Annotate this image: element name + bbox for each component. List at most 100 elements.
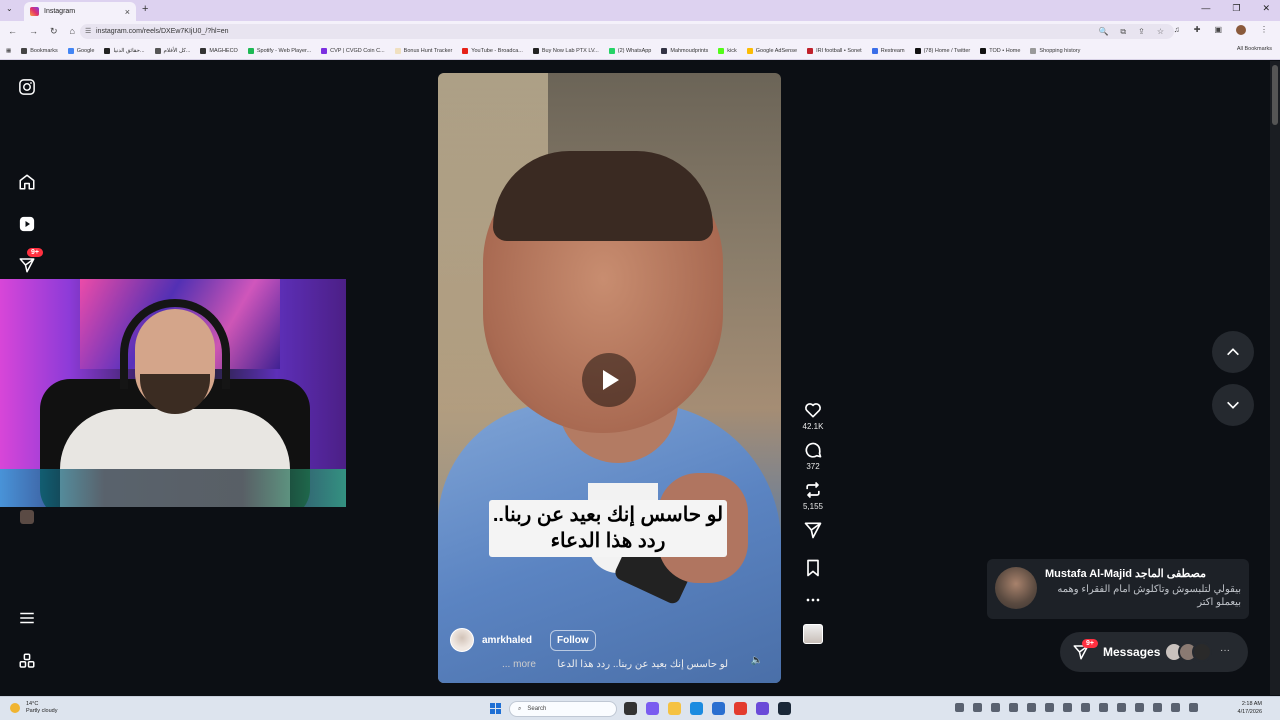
task-view-icon[interactable] [624, 702, 637, 715]
next-reel-button[interactable] [1212, 384, 1254, 426]
bookmark-item[interactable]: Google [67, 47, 94, 54]
copilot-icon[interactable] [646, 702, 659, 715]
profile-avatar-small[interactable] [20, 510, 34, 524]
wifi-icon[interactable] [1171, 703, 1180, 712]
tray-app-icon[interactable] [1009, 703, 1018, 712]
bookmark-item[interactable]: Spotify - Web Player... [247, 47, 311, 54]
weather-condition: Partly cloudy [26, 708, 58, 714]
home-nav-icon[interactable] [17, 172, 37, 192]
tray-app-icon[interactable] [1135, 703, 1144, 712]
play-button[interactable] [582, 353, 636, 407]
author-username[interactable]: amrkhaled [482, 635, 532, 646]
repost-action[interactable]: 5,155 [803, 480, 823, 511]
new-tab-button[interactable]: + [142, 3, 148, 15]
volume-icon[interactable]: 🔈 [751, 655, 763, 666]
maximize-icon[interactable]: ❐ [1232, 3, 1240, 14]
bookmark-item[interactable]: CVP | CVGD Coin C... [321, 47, 385, 54]
bookmark-item[interactable]: Google AdSense [746, 47, 797, 54]
tray-app-icon[interactable] [1117, 703, 1126, 712]
extensions-icon[interactable]: ✚ [1194, 25, 1201, 35]
bookmark-item[interactable]: Mahmoudprints [661, 47, 708, 54]
tray-app-icon[interactable] [1045, 703, 1054, 712]
browser-menu-icon[interactable]: ⋮ [1260, 25, 1268, 35]
steam-icon[interactable] [778, 702, 791, 715]
more-apps-icon[interactable] [17, 651, 37, 671]
share-icon[interactable]: ⇪ [1138, 27, 1145, 37]
apps-icon[interactable]: ▦ [6, 48, 11, 54]
side-panel-icon[interactable]: ▣ [1214, 25, 1222, 35]
message-notification[interactable]: Mustafa Al-Majid مصطفى الماجد بيقولي لتل… [987, 559, 1249, 619]
reel-video[interactable]: لو حاسس إنك بعيد عن ربنا.. ردد هذا الدعا… [438, 73, 781, 683]
more-options-icon[interactable] [803, 596, 823, 604]
bookmark-item[interactable]: حقائق الدنيا... [104, 47, 145, 54]
tray-app-icon[interactable] [1099, 703, 1108, 712]
tray-app-icon[interactable] [973, 703, 982, 712]
reels-nav-icon[interactable] [17, 214, 37, 234]
scrollbar-thumb[interactable] [1272, 65, 1278, 125]
site-info-icon[interactable]: ☰ [85, 27, 91, 35]
share-icon [804, 522, 822, 539]
all-bookmarks-button[interactable]: All Bookmarks [1237, 46, 1272, 52]
discord-icon[interactable] [756, 702, 769, 715]
tray-app-icon[interactable] [1153, 703, 1162, 712]
tab-search-icon[interactable]: ⌄ [6, 4, 13, 13]
browser-tab[interactable]: Instagram × [24, 2, 136, 21]
bookmark-item[interactable]: Shopping history [1030, 47, 1080, 54]
save-action[interactable] [803, 558, 823, 578]
profile-avatar[interactable] [1236, 25, 1246, 35]
home-icon[interactable]: ⌂ [70, 26, 75, 37]
url-field[interactable]: ☰ instagram.com/reels/DXEw7KIjU0_/?hl=en… [80, 24, 1174, 39]
bookmark-item[interactable]: كل الأفلام... [154, 47, 190, 54]
bookmark-item[interactable]: (78) Home / Twitter [914, 47, 970, 54]
audio-thumbnail[interactable] [803, 624, 823, 644]
install-app-icon[interactable]: ⧉ [1120, 27, 1126, 37]
previous-reel-button[interactable] [1212, 331, 1254, 373]
page-scrollbar[interactable] [1270, 61, 1280, 695]
windows-start-icon[interactable] [490, 703, 501, 714]
file-explorer-icon[interactable] [668, 702, 681, 715]
zoom-icon[interactable]: 🔍 [1098, 27, 1108, 37]
tray-app-icon[interactable] [1027, 703, 1036, 712]
instagram-logo-icon[interactable] [17, 77, 37, 97]
comment-action[interactable]: 372 [803, 440, 823, 471]
bookmark-item[interactable]: Buy Now Lab PTX LV... [532, 47, 599, 54]
close-tab-icon[interactable]: × [125, 7, 130, 17]
more-link[interactable]: ... more [502, 659, 536, 670]
tray-app-icon[interactable] [991, 703, 1000, 712]
tray-app-icon[interactable] [955, 703, 964, 712]
bookmark-item[interactable]: IRI football • Sonet [807, 47, 862, 54]
back-icon[interactable]: ← [8, 26, 17, 37]
tray-app-icon[interactable] [1063, 703, 1072, 712]
forward-icon[interactable]: → [29, 26, 38, 37]
reel-description: لو حاسس إنك بعيد عن ربنا.. ردد هذا الدعا… [558, 659, 728, 670]
bookmark-item[interactable]: TOD • Home [980, 47, 1020, 54]
taskbar-search[interactable]: ⌕ Search [509, 701, 617, 717]
messages-button[interactable]: 9+ Messages ··· [1060, 632, 1248, 672]
edge-icon[interactable] [690, 702, 703, 715]
author-avatar[interactable] [450, 628, 474, 652]
tray-app-icon[interactable] [1081, 703, 1090, 712]
more-contacts-icon[interactable]: ··· [1220, 645, 1230, 656]
menu-icon[interactable] [17, 608, 37, 628]
store-icon[interactable] [712, 702, 725, 715]
media-icon[interactable]: ♫ [1174, 25, 1180, 35]
share-action[interactable] [803, 520, 823, 540]
bookmark-item[interactable]: MAGHECO [200, 47, 238, 54]
bookmark-item[interactable]: Bookmarks [21, 47, 58, 54]
reload-icon[interactable]: ↻ [50, 26, 58, 37]
bookmark-star-icon[interactable]: ☆ [1157, 27, 1164, 37]
bookmark-item[interactable]: kick [718, 47, 737, 54]
bookmark-item[interactable]: YouTube - Broadca... [462, 47, 523, 54]
chrome-icon[interactable] [734, 702, 747, 715]
bookmark-item[interactable]: Restream [871, 47, 905, 54]
bookmark-item[interactable]: (2) WhatsApp [608, 47, 651, 54]
follow-button[interactable]: Follow [550, 629, 596, 651]
bookmark-item[interactable]: Bonus Hunt Tracker [394, 47, 452, 54]
like-action[interactable]: 42.1K [803, 400, 823, 431]
messages-nav-icon[interactable]: 9+ [17, 248, 43, 275]
system-clock[interactable]: 2:18 AM 4/17/2026 [1232, 700, 1262, 716]
volume-icon[interactable] [1189, 703, 1198, 712]
close-window-icon[interactable]: ✕ [1262, 3, 1270, 14]
weather-widget[interactable]: 14°C Partly cloudy [10, 701, 58, 715]
minimize-icon[interactable]: — [1201, 3, 1210, 14]
